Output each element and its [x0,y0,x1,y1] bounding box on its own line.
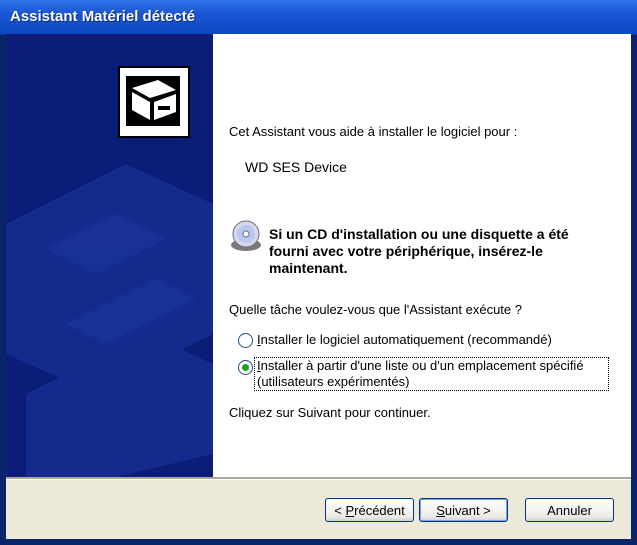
next-button[interactable]: Suivant > [419,498,508,522]
hardware-wizard-icon [118,66,190,138]
cancel-button[interactable]: Annuler [525,498,614,522]
radio-selected-dot [242,364,249,371]
radio-install-from-list[interactable] [238,360,253,375]
radio-install-automatic[interactable] [238,333,253,348]
continue-hint: Cliquez sur Suivant pour continuer. [229,405,431,420]
cd-prompt-line-1: Si un CD d'installation ou une disquette… [269,226,569,242]
next-label: uivant > [444,503,491,518]
device-name: WD SES Device [245,159,347,175]
back-prefix: < [334,503,346,518]
next-accel: S [436,503,445,518]
wizard-content: Cet Assistant vous aide à installer le l… [213,34,631,477]
back-label: récédent [354,503,405,518]
intro-text: Cet Assistant vous aide à installer le l… [229,124,518,139]
back-accel: P [345,503,355,518]
task-question: Quelle tâche voulez-vous que l'Assistant… [229,302,522,317]
option-automatic-rest: nstaller le logiciel automatiquement (re… [260,332,552,347]
cd-prompt-line-3: maintenant. [269,260,348,276]
option-from-list-rest: nstaller à partir d'une liste ou d'un em… [260,358,584,373]
option-automatic-label[interactable]: Installer le logiciel automatiquement (r… [257,332,552,347]
cd-prompt-line-2: fourni avec votre périphérique, insérez-… [269,243,543,259]
wizard-side-banner [6,34,213,477]
button-bar: < Précédent Suivant > Annuler [6,480,631,539]
window-title: Assistant Matériel détecté [10,8,196,25]
wizard-window: Assistant Matériel détecté Cet Assistant… [0,0,637,545]
dialog-client-area: Cet Assistant vous aide à installer le l… [6,34,631,539]
back-button[interactable]: < Précédent [325,498,414,522]
option-from-list-label[interactable]: Installer à partir d'une liste ou d'un e… [257,358,584,373]
cd-disk-icon [231,220,261,251]
option-from-list-line2[interactable]: (utilisateurs expérimentés) [257,374,409,389]
title-bar[interactable]: Assistant Matériel détecté [0,0,637,35]
